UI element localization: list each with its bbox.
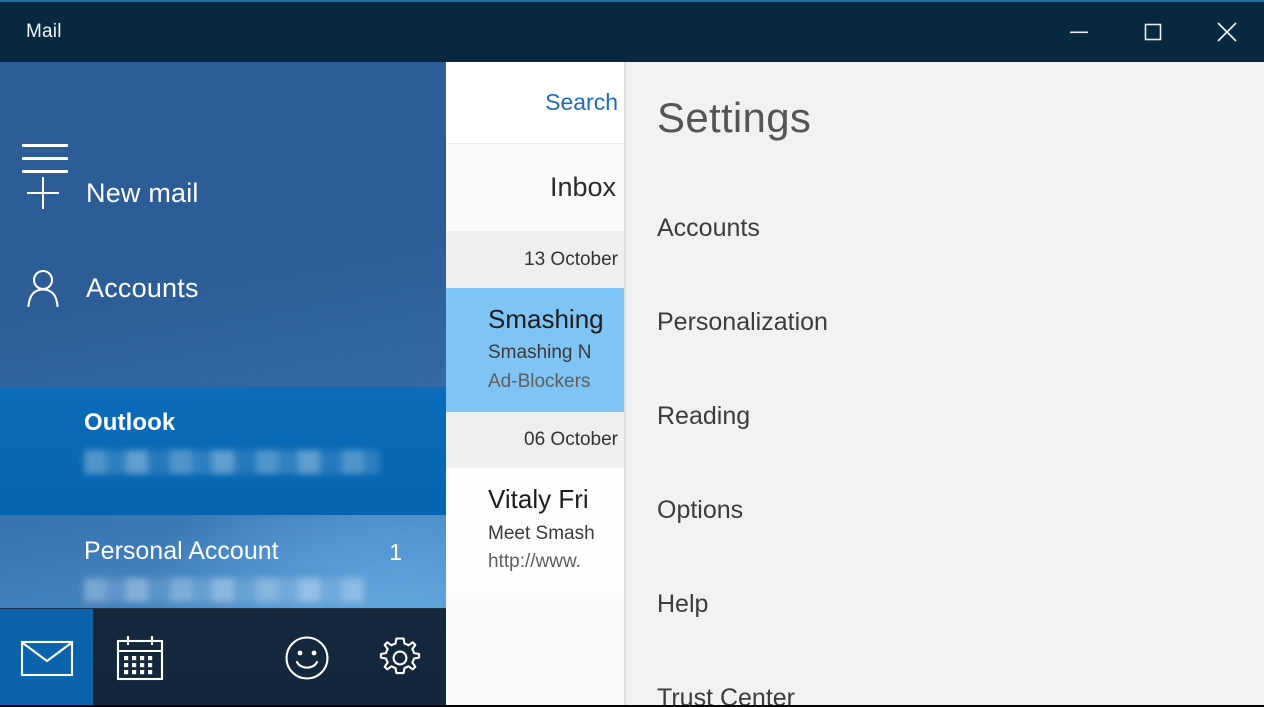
date-group-header: 13 October [446, 232, 624, 288]
account-row-outlook[interactable]: Outlook [0, 387, 446, 515]
app-title: Mail [26, 21, 62, 42]
date-group-label: 06 October [524, 429, 618, 451]
maximize-icon [1144, 23, 1162, 41]
account-name: Outlook [84, 409, 176, 436]
close-button[interactable] [1190, 2, 1264, 62]
settings-item-help[interactable]: Help [657, 590, 708, 619]
smiley-icon [284, 636, 329, 680]
account-email-redacted [84, 578, 364, 602]
title-bar: Mail [0, 0, 1264, 62]
mail-window: Mail New mail Accounts Outlook Personal … [0, 0, 1264, 707]
date-group-label: 13 October [524, 249, 618, 270]
message-sender: Vitaly Fri [488, 484, 589, 515]
new-mail-label: New mail [86, 177, 199, 208]
maximize-button[interactable] [1116, 2, 1190, 62]
person-icon [0, 269, 86, 307]
close-icon [1217, 22, 1237, 42]
sidebar: New mail Accounts Outlook Personal Accou… [0, 62, 446, 707]
account-name: Personal Account [84, 537, 279, 565]
minimize-icon [1070, 31, 1088, 34]
plus-icon [0, 177, 86, 209]
folder-header[interactable]: Inbox [446, 144, 624, 232]
message-preview: Ad-Blockers [488, 370, 591, 392]
mail-button[interactable] [0, 609, 93, 707]
date-group-header: 06 October [446, 412, 624, 469]
settings-item-reading[interactable]: Reading [657, 402, 750, 431]
feedback-button[interactable] [260, 609, 353, 707]
search-label: Search [545, 89, 618, 115]
message-preview: http://www. [488, 551, 581, 573]
minimize-button[interactable] [1042, 2, 1116, 62]
settings-panel: Settings Accounts Personalization Readin… [625, 62, 1264, 707]
accounts-label: Accounts [86, 272, 199, 303]
search-input[interactable]: Search [446, 62, 624, 144]
sidebar-toolbar [0, 608, 446, 707]
calendar-icon [116, 636, 163, 681]
message-list-panel: Search Inbox 13 October Smashing Smashin… [446, 62, 625, 707]
gear-icon [379, 637, 420, 675]
message-list-item[interactable]: Vitaly Fri Meet Smash http://www. [446, 468, 624, 593]
unread-count-badge: 1 [389, 539, 402, 565]
settings-title: Settings [657, 94, 812, 141]
envelope-icon [20, 640, 73, 677]
message-sender: Smashing [488, 304, 604, 334]
settings-item-personalization[interactable]: Personalization [657, 308, 828, 337]
folder-name: Inbox [549, 172, 616, 202]
message-list-item[interactable]: Smashing Smashing N Ad-Blockers [446, 288, 624, 413]
settings-button[interactable] [353, 609, 446, 707]
calendar-button[interactable] [93, 609, 186, 707]
account-email-redacted [84, 450, 380, 474]
settings-item-options[interactable]: Options [657, 496, 743, 525]
accounts-button[interactable]: Accounts [0, 252, 446, 324]
message-subject: Smashing N [488, 342, 592, 364]
settings-item-accounts[interactable]: Accounts [657, 214, 760, 243]
new-mail-button[interactable]: New mail [0, 157, 446, 229]
message-subject: Meet Smash [488, 522, 595, 544]
settings-item-trust-center[interactable]: Trust Center [657, 684, 795, 707]
